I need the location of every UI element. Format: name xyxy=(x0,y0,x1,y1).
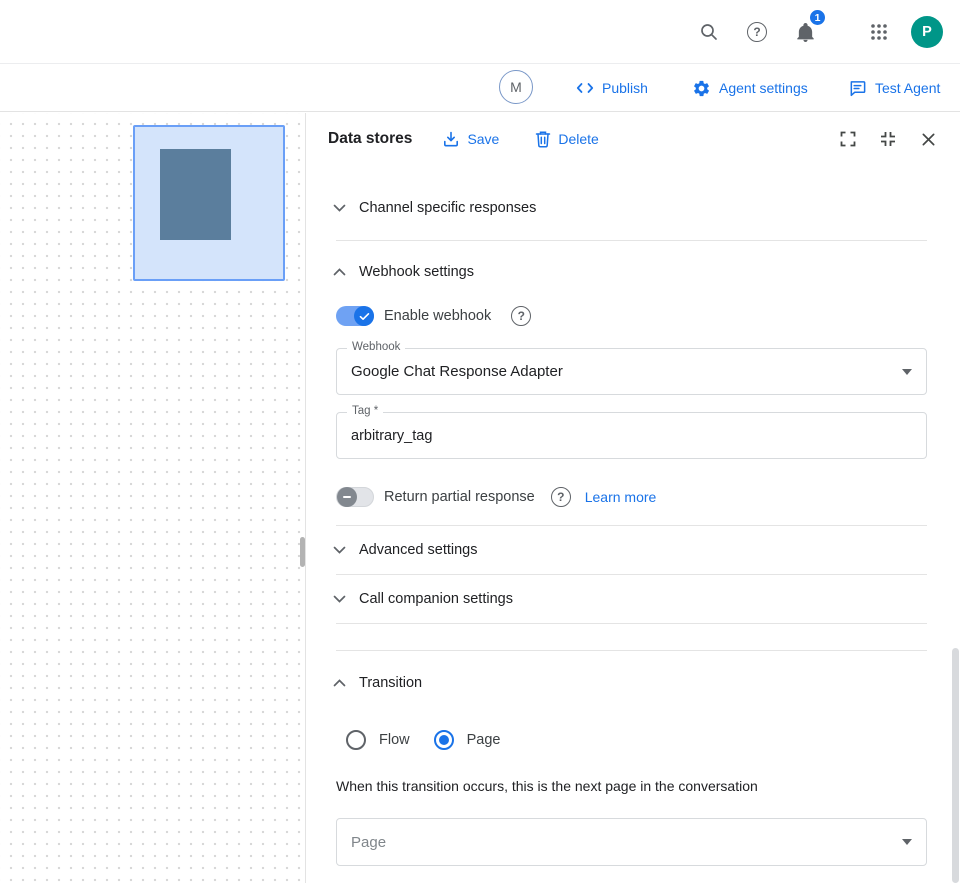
panel-header: Data stores Save Delete xyxy=(328,124,940,154)
enable-webhook-row: Enable webhook ? xyxy=(336,304,531,328)
enable-webhook-label: Enable webhook xyxy=(384,308,491,324)
dropdown-arrow-icon xyxy=(902,839,912,845)
search-icon[interactable] xyxy=(689,12,729,52)
search-glyph xyxy=(699,22,719,42)
close-icon[interactable] xyxy=(916,127,940,151)
toggle-thumb xyxy=(354,306,374,326)
account-avatar-letter: P xyxy=(922,24,932,40)
enable-webhook-toggle[interactable] xyxy=(336,306,374,326)
chevron-down-icon xyxy=(333,204,346,212)
help-icon[interactable]: ? xyxy=(737,12,777,52)
help-glyph: ? xyxy=(747,22,767,42)
partial-response-toggle[interactable] xyxy=(336,487,374,507)
section-transition[interactable]: Transition xyxy=(333,671,927,695)
partial-response-row: Return partial response ? Learn more xyxy=(336,485,656,509)
notifications-icon[interactable]: 1 xyxy=(785,12,825,52)
selected-node[interactable] xyxy=(133,125,285,281)
publish-button[interactable]: Publish xyxy=(576,64,648,112)
divider xyxy=(336,650,927,651)
section-label: Transition xyxy=(359,675,422,691)
section-label: Advanced settings xyxy=(359,542,478,558)
dropdown-arrow-icon xyxy=(902,369,912,375)
flow-radio-option[interactable]: Flow xyxy=(346,730,410,750)
screen: ? 1 P M Publish xyxy=(0,0,960,883)
partial-response-help-icon[interactable]: ? xyxy=(551,487,571,507)
section-call-companion-settings[interactable]: Call companion settings xyxy=(333,587,927,611)
check-icon xyxy=(359,312,370,321)
agent-toolbar: M Publish Agent settings Test Agent xyxy=(0,64,960,112)
page-select-placeholder: Page xyxy=(351,834,386,851)
code-icon xyxy=(576,81,594,95)
window-controls xyxy=(820,127,940,151)
chevron-down-icon xyxy=(333,595,346,603)
page-radio-option[interactable]: Page xyxy=(434,730,501,750)
transition-target-radio-group: Flow Page xyxy=(346,728,501,752)
divider xyxy=(336,525,927,526)
partial-response-label: Return partial response xyxy=(384,489,535,505)
flow-radio-label: Flow xyxy=(379,732,410,748)
panel-scrollbar[interactable] xyxy=(952,648,959,883)
publish-label: Publish xyxy=(602,80,648,96)
flow-canvas[interactable] xyxy=(0,113,306,883)
divider xyxy=(336,574,927,575)
apps-grid-icon[interactable] xyxy=(859,12,899,52)
toggle-thumb xyxy=(337,487,357,507)
page-select-field[interactable]: Page xyxy=(336,818,927,866)
close-glyph xyxy=(921,132,936,147)
section-label: Webhook settings xyxy=(359,264,474,280)
test-agent-button[interactable]: Test Agent xyxy=(848,64,940,112)
learn-more-link[interactable]: Learn more xyxy=(585,489,657,505)
chat-icon xyxy=(848,79,867,98)
fullscreen-icon[interactable] xyxy=(836,127,860,151)
section-label: Channel specific responses xyxy=(359,200,536,216)
radio-unselected-icon xyxy=(346,730,366,750)
chevron-down-icon xyxy=(333,546,346,554)
node-preview xyxy=(160,149,231,240)
save-label: Save xyxy=(467,131,499,147)
panel-title: Data stores xyxy=(328,130,412,148)
delete-label: Delete xyxy=(558,131,598,147)
test-agent-label: Test Agent xyxy=(875,80,940,96)
fullscreen-exit-glyph xyxy=(879,130,897,148)
radio-selected-icon xyxy=(434,730,454,750)
save-button[interactable]: Save xyxy=(442,130,499,148)
tag-input-field[interactable]: Tag * arbitrary_tag xyxy=(336,412,927,459)
webhook-field-label: Webhook xyxy=(347,341,405,353)
fullscreen-exit-icon[interactable] xyxy=(876,127,900,151)
bell-glyph xyxy=(796,22,815,43)
section-label: Call companion settings xyxy=(359,591,513,607)
webhook-field-value: Google Chat Response Adapter xyxy=(351,363,563,380)
trash-icon xyxy=(535,130,551,148)
notification-badge: 1 xyxy=(809,9,826,26)
gear-icon xyxy=(692,79,711,98)
webhook-help-icon[interactable]: ? xyxy=(511,306,531,326)
divider xyxy=(336,623,927,624)
agent-settings-label: Agent settings xyxy=(719,80,808,96)
apps-grid-glyph xyxy=(870,23,888,41)
divider xyxy=(336,240,927,241)
account-avatar[interactable]: P xyxy=(911,16,943,48)
save-icon xyxy=(442,130,460,148)
section-advanced-settings[interactable]: Advanced settings xyxy=(333,538,927,562)
section-webhook-settings[interactable]: Webhook settings xyxy=(333,260,927,284)
agent-avatar-letter: M xyxy=(510,79,522,95)
topbar-actions: ? 1 P xyxy=(689,12,943,52)
webhook-select-field[interactable]: Webhook Google Chat Response Adapter xyxy=(336,348,927,395)
delete-button[interactable]: Delete xyxy=(535,130,598,148)
agent-settings-button[interactable]: Agent settings xyxy=(692,64,808,112)
tag-field-label: Tag * xyxy=(347,405,383,417)
page-radio-label: Page xyxy=(467,732,501,748)
dash-icon xyxy=(343,496,351,498)
data-stores-panel: Data stores Save Delete xyxy=(306,113,960,883)
agent-avatar[interactable]: M xyxy=(499,70,533,104)
tag-field-value: arbitrary_tag xyxy=(351,428,432,444)
chevron-up-icon xyxy=(333,679,346,687)
fullscreen-glyph xyxy=(839,130,857,148)
canvas-scrollbar[interactable] xyxy=(300,537,305,567)
transition-description: When this transition occurs, this is the… xyxy=(336,778,758,794)
section-channel-specific-responses[interactable]: Channel specific responses xyxy=(333,196,927,220)
top-app-bar: ? 1 P xyxy=(0,0,960,64)
chevron-up-icon xyxy=(333,268,346,276)
